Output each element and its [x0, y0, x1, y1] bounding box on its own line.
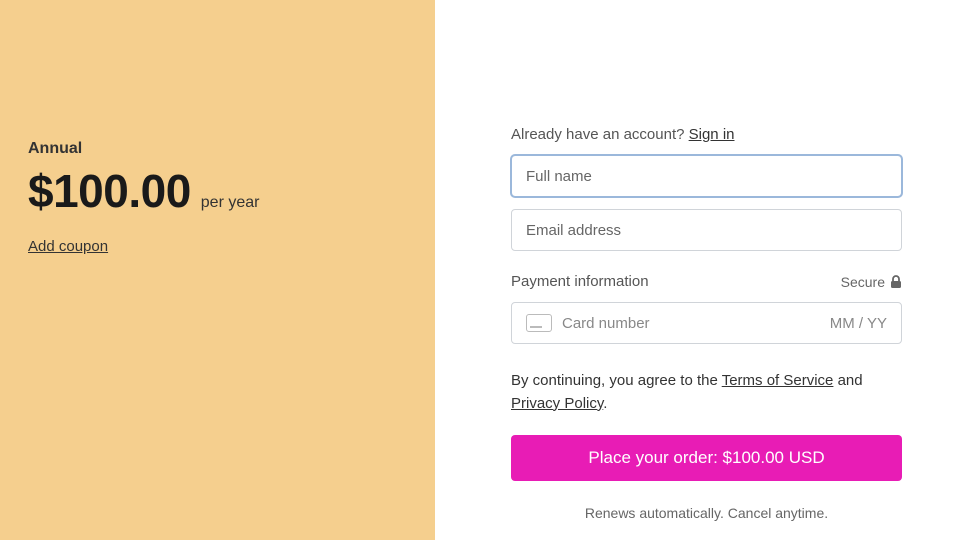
- place-order-button[interactable]: Place your order: $100.00 USD: [511, 435, 902, 481]
- full-name-input[interactable]: [511, 155, 902, 197]
- terms-text: By continuing, you agree to the Terms of…: [511, 370, 902, 415]
- signin-row: Already have an account? Sign in: [511, 126, 902, 143]
- credit-card-icon: [526, 314, 552, 332]
- renewal-notice: Renews automatically. Cancel anytime.: [511, 505, 902, 521]
- add-coupon-link[interactable]: Add coupon: [28, 238, 108, 255]
- payment-info-label: Payment information: [511, 273, 649, 290]
- checkout-form-panel: Already have an account? Sign in Payment…: [435, 0, 960, 540]
- terms-prefix: By continuing, you agree to the: [511, 372, 722, 389]
- price-amount: $100.00: [28, 164, 191, 218]
- pricing-summary-panel: Annual $100.00 per year Add coupon: [0, 0, 435, 540]
- payment-header: Payment information Secure: [511, 273, 902, 290]
- signin-prompt: Already have an account?: [511, 126, 689, 143]
- email-input[interactable]: [511, 209, 902, 251]
- secure-label: Secure: [841, 274, 885, 290]
- price-row: $100.00 per year: [28, 164, 407, 218]
- secure-indicator: Secure: [841, 274, 902, 290]
- card-number-input[interactable]: Card number MM / YY: [511, 302, 902, 344]
- privacy-policy-link[interactable]: Privacy Policy: [511, 395, 603, 412]
- card-number-placeholder: Card number: [562, 315, 650, 332]
- plan-name: Annual: [28, 140, 407, 158]
- card-expiry-placeholder: MM / YY: [830, 315, 887, 332]
- terms-mid: and: [833, 372, 862, 389]
- terms-of-service-link[interactable]: Terms of Service: [722, 372, 834, 389]
- terms-suffix: .: [603, 395, 607, 412]
- signin-link[interactable]: Sign in: [689, 126, 735, 143]
- price-period: per year: [201, 194, 260, 212]
- lock-icon: [890, 275, 902, 289]
